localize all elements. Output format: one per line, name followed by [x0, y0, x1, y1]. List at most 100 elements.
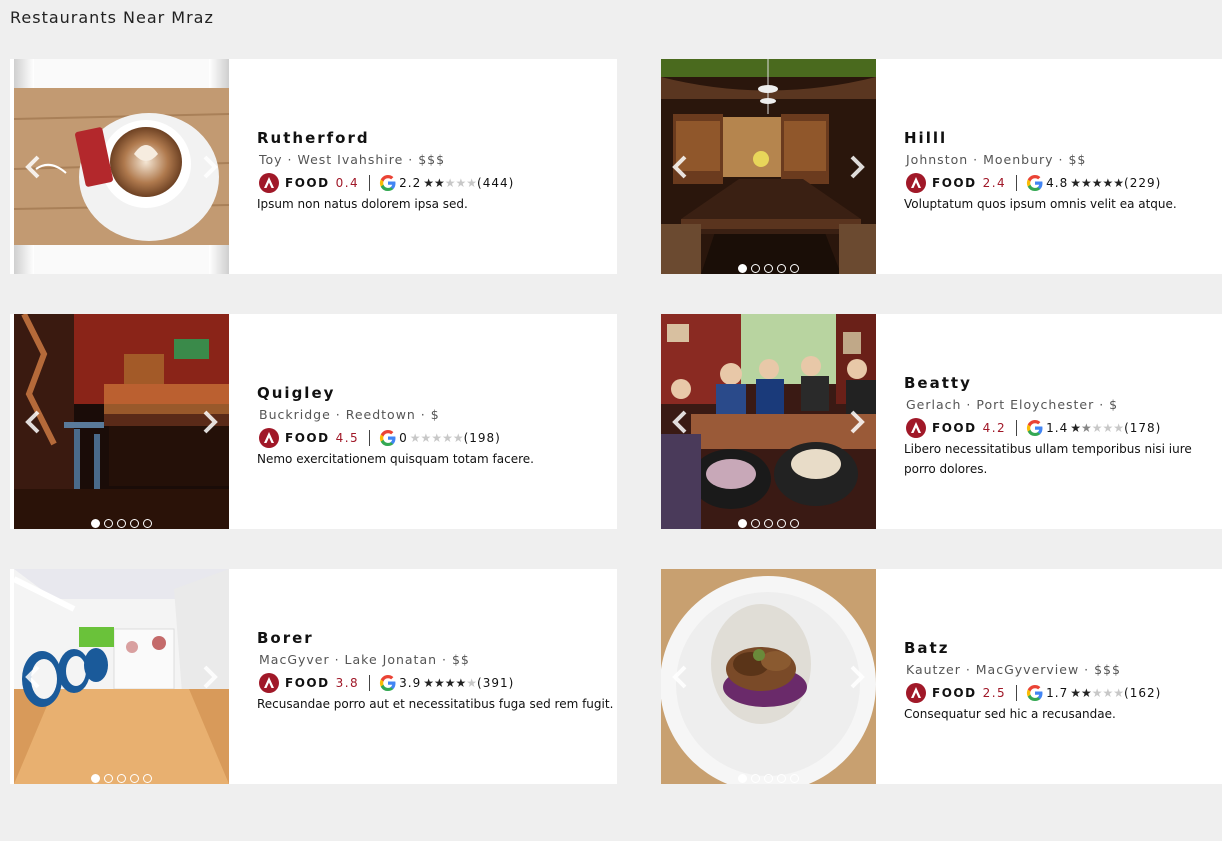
google-score: 1.7: [1046, 686, 1069, 700]
photo-carousel[interactable]: [661, 59, 876, 274]
carousel-dots: [14, 768, 229, 783]
carousel-dot[interactable]: [777, 264, 786, 273]
carousel-dot[interactable]: [130, 519, 139, 528]
carousel-dot[interactable]: [764, 774, 773, 783]
previous-photo-button[interactable]: [20, 153, 48, 181]
review-count: (444): [477, 176, 515, 190]
restaurant-meta: Johnston · Moenbury · $$: [906, 152, 1087, 167]
next-photo-button[interactable]: [195, 408, 223, 436]
next-photo-button[interactable]: [195, 153, 223, 181]
restaurant-name[interactable]: Beatty: [904, 374, 972, 392]
chevron-left-icon: [672, 155, 687, 178]
photo-carousel[interactable]: [661, 569, 876, 784]
restaurant-meta: Gerlach · Port Eloychester · $: [906, 397, 1119, 412]
restaurant-card[interactable]: Rutherford Toy · West Ivahshire · $$$ FO…: [10, 59, 617, 274]
food-logo-icon: [906, 173, 926, 193]
carousel-dots: [661, 513, 876, 528]
previous-photo-button[interactable]: [20, 408, 48, 436]
carousel-dot[interactable]: [143, 774, 152, 783]
food-label: FOOD: [932, 421, 977, 435]
restaurant-name[interactable]: Hilll: [904, 129, 947, 147]
photo-carousel[interactable]: [14, 314, 229, 529]
carousel-dot[interactable]: [117, 519, 126, 528]
carousel-dot[interactable]: [143, 519, 152, 528]
google-logo-icon: [1027, 684, 1043, 702]
divider: [1016, 420, 1018, 436]
carousel-dot[interactable]: [738, 264, 747, 273]
ratings-row: FOOD 2.4 4.8 ★★★★★ (229): [906, 172, 1161, 194]
carousel-dot[interactable]: [751, 519, 760, 528]
carousel-dot[interactable]: [738, 519, 747, 528]
restaurant-card[interactable]: Beatty Gerlach · Port Eloychester · $ FO…: [661, 314, 1222, 529]
photo-carousel[interactable]: [14, 569, 229, 784]
carousel-dot[interactable]: [117, 774, 126, 783]
review-count: (391): [477, 676, 515, 690]
food-score: 2.5: [982, 686, 1007, 700]
previous-photo-button[interactable]: [667, 153, 695, 181]
restaurant-description: Recusandae porro aut et necessitatibus f…: [257, 697, 614, 711]
next-photo-button[interactable]: [842, 663, 870, 691]
restaurant-name[interactable]: Borer: [257, 629, 314, 647]
carousel-dot[interactable]: [738, 774, 747, 783]
food-label: FOOD: [932, 686, 977, 700]
restaurant-description: Libero necessitatibus ullam temporibus n…: [904, 442, 1192, 476]
previous-photo-button[interactable]: [20, 663, 48, 691]
restaurant-meta: MacGyver · Lake Jonatan · $$: [259, 652, 470, 667]
previous-photo-button[interactable]: [667, 663, 695, 691]
next-photo-button[interactable]: [195, 663, 223, 691]
divider: [1016, 175, 1018, 191]
restaurant-name[interactable]: Rutherford: [257, 129, 370, 147]
carousel-dot[interactable]: [764, 519, 773, 528]
photo-carousel[interactable]: [661, 314, 876, 529]
carousel-dot[interactable]: [751, 264, 760, 273]
food-score: 0.4: [335, 176, 360, 190]
carousel-dot[interactable]: [91, 519, 100, 528]
carousel-dot[interactable]: [790, 519, 799, 528]
divider: [369, 175, 371, 191]
restaurant-card[interactable]: Borer MacGyver · Lake Jonatan · $$ FOOD …: [10, 569, 617, 784]
carousel-dot[interactable]: [130, 774, 139, 783]
carousel-dot[interactable]: [777, 774, 786, 783]
divider: [1016, 685, 1018, 701]
food-score: 4.5: [335, 431, 360, 445]
next-photo-button[interactable]: [842, 153, 870, 181]
carousel-dot[interactable]: [104, 774, 113, 783]
carousel-dot[interactable]: [104, 519, 113, 528]
restaurant-card[interactable]: Hilll Johnston · Moenbury · $$ FOOD 2.4 …: [661, 59, 1222, 274]
carousel-dot[interactable]: [777, 519, 786, 528]
carousel-dot[interactable]: [790, 774, 799, 783]
food-label: FOOD: [285, 431, 330, 445]
restaurant-card[interactable]: Batz Kautzer · MacGyverview · $$$ FOOD 2…: [661, 569, 1222, 784]
carousel-dot[interactable]: [790, 264, 799, 273]
ratings-row: FOOD 4.5 0 ★★★★★ (198): [259, 427, 501, 449]
restaurant-description: Nemo exercitationem quisquam totam facer…: [257, 452, 534, 466]
restaurant-name[interactable]: Batz: [904, 639, 949, 657]
carousel-dot[interactable]: [751, 774, 760, 783]
google-logo-icon: [380, 174, 396, 192]
google-logo-icon: [1027, 174, 1043, 192]
chevron-right-icon: [850, 155, 865, 178]
next-photo-button[interactable]: [842, 408, 870, 436]
ratings-row: FOOD 3.8 3.9 ★★★★★ (391): [259, 672, 514, 694]
chevron-right-icon: [203, 665, 218, 688]
chevron-left-icon: [25, 410, 40, 433]
restaurant-card[interactable]: Quigley Buckridge · Reedtown · $ FOOD 4.…: [10, 314, 617, 529]
google-score: 3.9: [399, 676, 422, 690]
food-label: FOOD: [285, 676, 330, 690]
review-count: (162): [1124, 686, 1162, 700]
carousel-dot[interactable]: [91, 774, 100, 783]
previous-photo-button[interactable]: [667, 408, 695, 436]
carousel-dot[interactable]: [764, 264, 773, 273]
food-score: 3.8: [335, 676, 360, 690]
review-count: (198): [463, 431, 501, 445]
restaurant-name[interactable]: Quigley: [257, 384, 335, 402]
photo-carousel[interactable]: [14, 59, 229, 274]
page-title: Restaurants Near Mraz: [10, 8, 214, 27]
food-logo-icon: [906, 418, 926, 438]
food-logo-icon: [259, 428, 279, 448]
ratings-row: FOOD 2.5 1.7 ★★★★★ (162): [906, 682, 1161, 704]
food-logo-icon: [906, 683, 926, 703]
chevron-right-icon: [850, 410, 865, 433]
google-logo-icon: [380, 674, 396, 692]
star-rating: ★★★★★: [1070, 421, 1125, 435]
